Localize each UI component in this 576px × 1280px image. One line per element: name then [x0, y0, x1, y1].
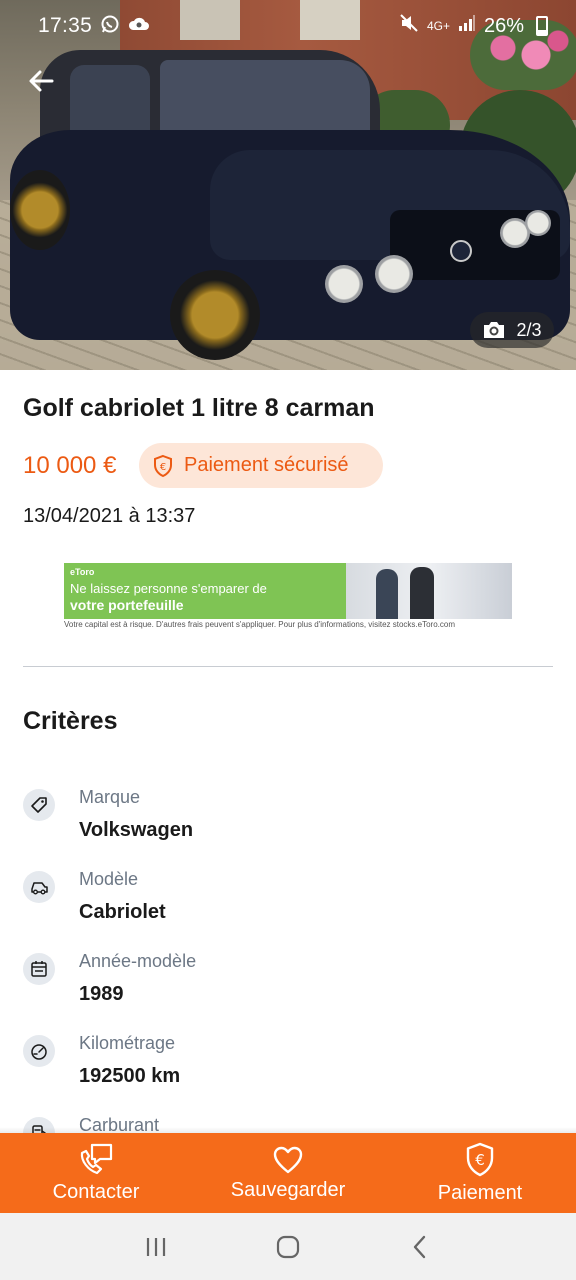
ad-person	[410, 567, 434, 619]
svg-text:€: €	[160, 462, 166, 473]
criteria-value: Cabriolet	[79, 901, 166, 923]
contact-label: Contacter	[52, 1180, 140, 1203]
ad-brand: eToro	[70, 567, 95, 577]
save-label: Sauvegarder	[230, 1178, 346, 1201]
criteria-label: Marque	[79, 787, 141, 807]
home-button[interactable]	[263, 1222, 313, 1272]
camera-icon	[484, 322, 505, 338]
ad-banner[interactable]: eToro Ne laissez personne s'emparer de v…	[64, 563, 512, 619]
action-bar: Contacter Sauvegarder € Paiement	[0, 1133, 576, 1213]
system-back-button[interactable]	[395, 1222, 445, 1272]
calendar-icon	[23, 953, 55, 985]
home-icon	[276, 1235, 300, 1258]
listing-price: 10 000 €	[23, 452, 117, 479]
status-bar: 17:35 4G+ 26%	[0, 0, 576, 52]
status-time: 17:35	[38, 14, 93, 37]
euro-shield-icon: €	[466, 1142, 494, 1176]
recent-apps-button[interactable]	[131, 1222, 181, 1272]
payment-label: Paiement	[437, 1181, 523, 1204]
tag-icon	[23, 789, 55, 821]
back-button[interactable]	[20, 60, 62, 102]
criteria-value: 192500 km	[79, 1065, 181, 1087]
criteria-item-mileage: Kilométrage 192500 km	[23, 1033, 553, 1103]
arrow-left-icon	[29, 70, 54, 92]
listing-date: 13/04/2021 à 13:37	[23, 505, 196, 527]
criteria-title: Critères	[23, 707, 118, 735]
car-icon	[23, 871, 55, 903]
system-navigation-bar	[0, 1213, 576, 1280]
criteria-label: Année-modèle	[79, 951, 197, 971]
signal-icon	[458, 14, 476, 38]
phone-message-icon	[80, 1143, 113, 1174]
secure-payment-label: Paiement sécurisé	[184, 454, 349, 476]
criteria-item-brand: Marque Volkswagen	[23, 787, 553, 857]
listing-title: Golf cabriolet 1 litre 8 carman	[23, 394, 375, 422]
photo-counter[interactable]: 2/3	[470, 312, 554, 348]
payment-button[interactable]: € Paiement	[384, 1133, 576, 1213]
contact-button[interactable]: Contacter	[0, 1133, 192, 1213]
chevron-left-icon	[413, 1235, 426, 1258]
network-type: 4G+	[426, 19, 450, 33]
ad-line1: Ne laissez personne s'emparer de	[70, 581, 267, 596]
divider	[23, 666, 553, 667]
svg-text:€: €	[475, 1151, 485, 1169]
ad-disclaimer: Votre capital est à risque. D'autres fra…	[64, 620, 455, 629]
photo-counter-text: 2/3	[516, 319, 542, 340]
recents-icon	[146, 1237, 166, 1256]
ad-line2: votre portefeuille	[70, 597, 184, 613]
whatsapp-icon	[100, 14, 120, 39]
criteria-value: 1989	[79, 983, 124, 1005]
criteria-label: Kilométrage	[79, 1033, 176, 1053]
criteria-item-year: Année-modèle 1989	[23, 951, 553, 1021]
heart-icon	[273, 1146, 303, 1173]
criteria-value: Volkswagen	[79, 819, 194, 841]
euro-shield-icon: €	[154, 454, 172, 477]
mute-icon	[399, 13, 419, 39]
battery-icon	[536, 16, 548, 36]
speedometer-icon	[23, 1035, 55, 1067]
ad-person	[376, 569, 398, 619]
save-button[interactable]: Sauvegarder	[192, 1133, 384, 1213]
battery-percent: 26%	[483, 14, 524, 37]
cloud-sync-icon	[128, 15, 150, 38]
criteria-item-model: Modèle Cabriolet	[23, 869, 553, 939]
criteria-label: Modèle	[79, 869, 139, 889]
secure-payment-badge[interactable]: € Paiement sécurisé	[139, 443, 383, 488]
